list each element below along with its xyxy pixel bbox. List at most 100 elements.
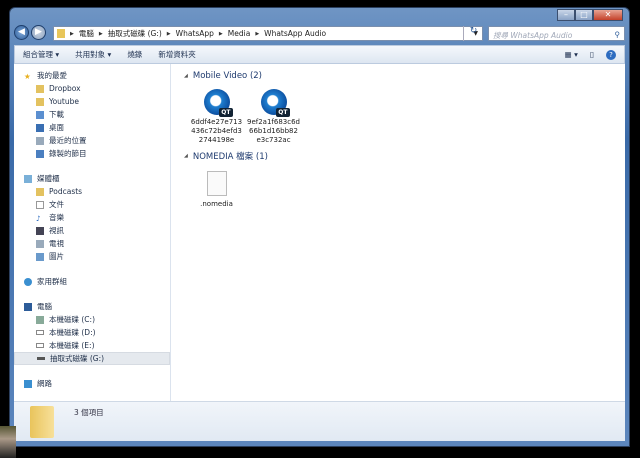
sidebar-computer[interactable]: 電腦 xyxy=(14,300,170,313)
label: Youtube xyxy=(49,97,79,106)
quicktime-icon: QT xyxy=(203,89,233,117)
group-title: NOMEDIA 檔案 (1) xyxy=(192,152,268,162)
document-icon xyxy=(36,200,44,209)
label: 抽取式磁碟 (G:) xyxy=(50,354,105,363)
sidebar-item-music[interactable]: ♪ 音樂 xyxy=(14,211,170,224)
breadcrumb-item[interactable]: WhatsApp xyxy=(176,29,214,38)
breadcrumb-item[interactable]: Media xyxy=(228,29,251,38)
file-item[interactable]: QT 6ddf4e27e713436c72b4efd32744198e xyxy=(190,89,243,145)
label: 音樂 xyxy=(49,213,64,222)
label: 網路 xyxy=(37,379,52,388)
folder-icon xyxy=(57,29,65,38)
sidebar-favorites[interactable]: ★ 我的最愛 xyxy=(14,69,170,82)
label: 錄製的節目 xyxy=(49,149,87,158)
file-name: 6ddf4e27e713436c72b4efd32744198e xyxy=(190,118,243,144)
breadcrumb-item[interactable]: 電腦 xyxy=(79,28,94,39)
file-item[interactable]: QT 9ef2a1f683c6d66b1d16bb82e3c732ac xyxy=(247,89,300,145)
search-icon: ⚲ xyxy=(614,30,621,39)
label: 最近的位置 xyxy=(49,136,87,145)
folder-icon xyxy=(30,406,54,438)
label: 圖片 xyxy=(49,252,64,261)
sidebar-item-drive-e[interactable]: 本機磁碟 (E:) xyxy=(14,339,170,352)
label: 媒體櫃 xyxy=(37,174,60,183)
file-list: ◢ Mobile Video (2) QT 6ddf4e27e713436c72b4… xyxy=(172,64,625,401)
preview-pane-icon[interactable]: ▯ xyxy=(590,50,594,59)
details-pane: 3 個項目 xyxy=(14,401,625,441)
label: Podcasts xyxy=(49,187,83,196)
burn-button[interactable]: 燒錄 xyxy=(127,49,142,60)
folder-icon xyxy=(36,187,44,196)
refresh-button[interactable]: ↻ xyxy=(463,26,483,41)
sidebar-item-podcasts[interactable]: Podcasts xyxy=(14,185,170,198)
breadcrumb-item[interactable]: 抽取式磁碟 (G:) xyxy=(108,28,162,39)
label: 家用群組 xyxy=(37,277,67,286)
sidebar-item-pictures[interactable]: 圖片 xyxy=(14,250,170,263)
library-icon xyxy=(24,174,32,183)
label: 本機磁碟 (D:) xyxy=(49,328,96,337)
label: 電腦 xyxy=(37,302,52,311)
new-folder-button[interactable]: 新增資料夾 xyxy=(158,49,196,60)
sidebar-libraries[interactable]: 媒體櫃 xyxy=(14,172,170,185)
sidebar-item-recorded-tv[interactable]: 錄製的節目 xyxy=(14,147,170,160)
sidebar-item-videos[interactable]: 視訊 xyxy=(14,224,170,237)
file-name: 9ef2a1f683c6d66b1d16bb82e3c732ac xyxy=(247,118,300,144)
label: 本機磁碟 (C:) xyxy=(49,315,95,324)
network-icon xyxy=(24,379,32,388)
sidebar-item-desktop[interactable]: 桌面 xyxy=(14,121,170,134)
sidebar-homegroup[interactable]: 家用群組 xyxy=(14,275,170,288)
share-button[interactable]: 共用對象 ▾ xyxy=(75,49,111,60)
video-icon xyxy=(36,226,44,235)
recent-places-icon xyxy=(36,136,44,145)
navigation-pane: ★ 我的最愛 Dropbox Youtube 下載 桌面 最近的位置 錄製的節目 … xyxy=(14,64,171,401)
organize-button[interactable]: 組合管理 ▾ xyxy=(23,49,59,60)
search-input[interactable]: 搜尋 WhatsApp Audio ⚲ xyxy=(488,26,625,41)
quicktime-icon: QT xyxy=(260,89,290,117)
file-name: .nomedia xyxy=(200,200,233,208)
sidebar-item-downloads[interactable]: 下載 xyxy=(14,108,170,121)
label: 視訊 xyxy=(49,226,64,235)
tv-icon xyxy=(36,149,44,158)
desktop-icon xyxy=(36,123,44,132)
back-button[interactable]: ◀ xyxy=(14,25,29,40)
sidebar-item-dropbox[interactable]: Dropbox xyxy=(14,82,170,95)
sidebar-item-tv[interactable]: 電視 xyxy=(14,237,170,250)
drive-icon xyxy=(36,343,44,348)
search-placeholder: 搜尋 WhatsApp Audio xyxy=(493,31,573,40)
star-icon: ★ xyxy=(24,71,31,81)
folder-icon xyxy=(36,84,44,93)
maximize-button[interactable]: □ xyxy=(575,9,593,21)
group-header[interactable]: ◢ Mobile Video (2) xyxy=(184,69,613,83)
window-controls: – □ ✕ xyxy=(557,9,623,21)
file-icon xyxy=(206,171,227,196)
sidebar-item-recent[interactable]: 最近的位置 xyxy=(14,134,170,147)
sidebar-item-documents[interactable]: 文件 xyxy=(14,198,170,211)
label: 下載 xyxy=(49,110,64,119)
forward-button[interactable]: ▶ xyxy=(31,25,46,40)
address-bar[interactable]: ▶ 電腦 ▶ 抽取式磁碟 (G:) ▶ WhatsApp ▶ Media ▶ WhatsA… xyxy=(53,26,483,41)
download-icon xyxy=(36,110,44,119)
sidebar-network[interactable]: 網路 xyxy=(14,377,170,390)
avatar xyxy=(0,426,16,458)
homegroup-icon xyxy=(24,277,32,286)
picture-icon xyxy=(36,252,44,261)
sidebar-item-drive-g[interactable]: 抽取式磁碟 (G:) xyxy=(14,352,170,365)
removable-drive-icon xyxy=(37,357,45,360)
label: Dropbox xyxy=(49,84,81,93)
sidebar-item-drive-c[interactable]: 本機磁碟 (C:) xyxy=(14,313,170,326)
group-header[interactable]: ◢ NOMEDIA 檔案 (1) xyxy=(184,149,613,163)
music-icon: ♪ xyxy=(36,213,41,223)
breadcrumb-item[interactable]: WhatsApp Audio xyxy=(264,29,326,38)
sidebar-item-youtube[interactable]: Youtube xyxy=(14,95,170,108)
file-item[interactable]: .nomedia xyxy=(190,169,243,209)
sidebar-item-drive-d[interactable]: 本機磁碟 (D:) xyxy=(14,326,170,339)
help-icon[interactable]: ? xyxy=(606,49,616,60)
label: 本機磁碟 (E:) xyxy=(49,341,95,350)
drive-icon xyxy=(36,315,44,324)
label: 我的最愛 xyxy=(37,71,67,80)
close-button[interactable]: ✕ xyxy=(593,9,623,21)
minimize-button[interactable]: – xyxy=(557,9,575,21)
explorer-window: – □ ✕ ◀ ▶ ▶ 電腦 ▶ 抽取式磁碟 (G:) ▶ WhatsApp ▶ Med… xyxy=(9,7,630,447)
label: 文件 xyxy=(49,200,64,209)
view-options-icon[interactable]: ▦ ▾ xyxy=(565,50,578,59)
toolbar: 組合管理 ▾ 共用對象 ▾ 燒錄 新增資料夾 ▦ ▾ ▯ ? xyxy=(14,45,625,64)
